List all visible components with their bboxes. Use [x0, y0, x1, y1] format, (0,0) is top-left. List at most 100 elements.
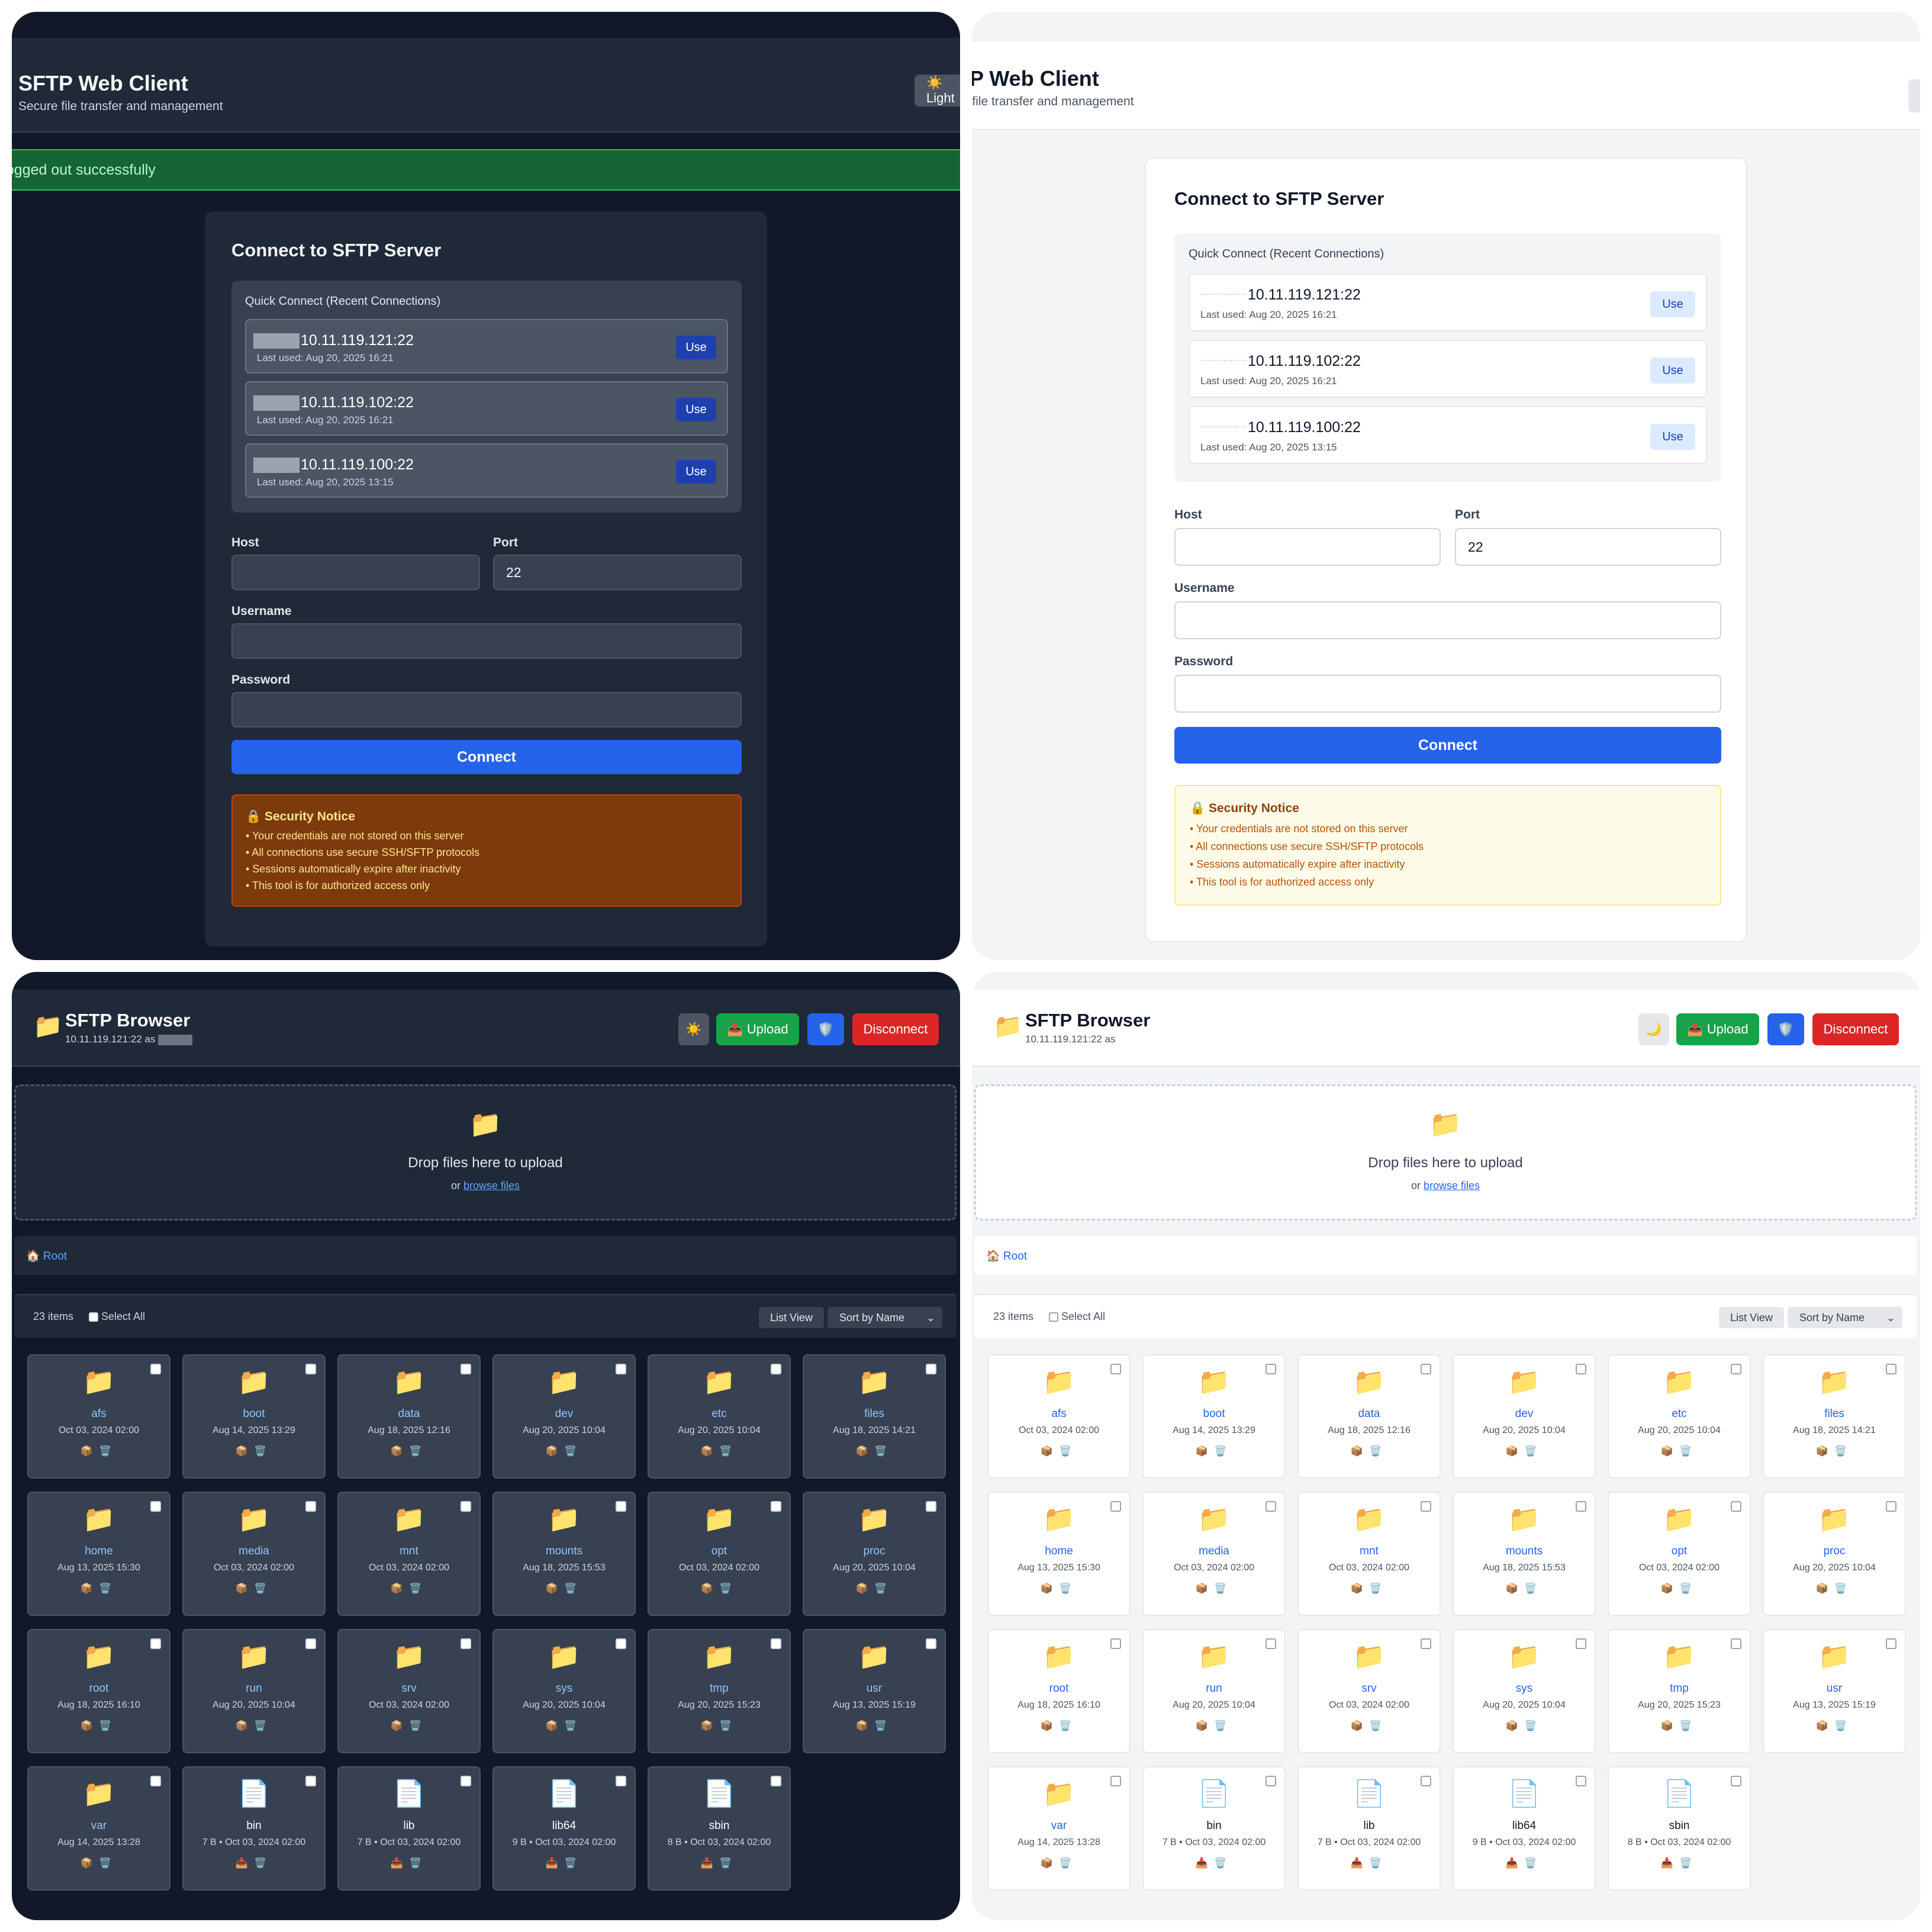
item-name[interactable]: mnt	[1299, 1545, 1440, 1558]
item-actions[interactable]: 📦🗑️	[183, 1445, 324, 1457]
item-name[interactable]: files	[804, 1408, 945, 1421]
select-all-checkbox[interactable]	[1049, 1312, 1058, 1322]
breadcrumb-root[interactable]: 🏠 Root	[26, 1249, 67, 1263]
item-name[interactable]: run	[1144, 1682, 1284, 1695]
item-checkbox[interactable]	[926, 1501, 936, 1512]
item-actions[interactable]: 📦🗑️	[28, 1720, 169, 1732]
item-checkbox[interactable]	[771, 1638, 781, 1649]
item-checkbox[interactable]	[926, 1364, 936, 1374]
item-name[interactable]: var	[988, 1820, 1129, 1833]
item-name[interactable]: lib64	[1454, 1820, 1595, 1833]
upload-button[interactable]: 📤 Upload	[716, 1013, 799, 1045]
folder-tile[interactable]: 📁 sys Aug 20, 2025 10:04 📦🗑️	[1453, 1629, 1596, 1753]
file-tile[interactable]: 📄 bin 7 B • Oct 03, 2024 02:00 📥🗑️	[1142, 1766, 1286, 1891]
item-actions[interactable]: 📦🗑️	[494, 1583, 635, 1595]
host-input[interactable]	[1174, 528, 1441, 566]
item-actions[interactable]: 📦🗑️	[28, 1583, 169, 1595]
folder-tile[interactable]: 📁 afs Oct 03, 2024 02:00 📦🗑️	[27, 1354, 170, 1479]
item-actions[interactable]: 📦🗑️	[1454, 1583, 1595, 1595]
item-name[interactable]: mounts	[494, 1545, 635, 1558]
item-name[interactable]: boot	[1144, 1408, 1284, 1421]
use-connection-button[interactable]: Use	[676, 460, 716, 484]
item-actions[interactable]: 📦🗑️	[804, 1583, 945, 1595]
item-actions[interactable]: 📦🗑️	[1299, 1720, 1440, 1732]
item-actions[interactable]: 📥🗑️	[649, 1857, 790, 1869]
item-checkbox[interactable]	[1731, 1364, 1741, 1374]
use-connection-button[interactable]: Use	[1650, 424, 1695, 450]
item-actions[interactable]: 📦🗑️	[339, 1583, 479, 1595]
browse-files-link[interactable]: browse files	[463, 1180, 520, 1192]
port-input[interactable]: 22	[493, 555, 742, 590]
item-name[interactable]: root	[28, 1682, 169, 1695]
sort-select[interactable]: Sort by Name ⌄	[827, 1307, 942, 1328]
item-checkbox[interactable]	[1110, 1638, 1121, 1649]
item-actions[interactable]: 📦🗑️	[494, 1720, 635, 1732]
item-actions[interactable]: 📦🗑️	[1609, 1583, 1750, 1595]
item-actions[interactable]: 📦🗑️	[28, 1857, 169, 1869]
item-name[interactable]: media	[1144, 1545, 1284, 1558]
item-actions[interactable]: 📦🗑️	[1144, 1720, 1284, 1732]
use-connection-button[interactable]: Use	[676, 336, 716, 359]
item-checkbox[interactable]	[1110, 1501, 1121, 1512]
file-tile[interactable]: 📄 lib 7 B • Oct 03, 2024 02:00 📥🗑️	[1297, 1766, 1441, 1891]
disconnect-button[interactable]: Disconnect	[1812, 1013, 1899, 1045]
item-name[interactable]: run	[183, 1682, 324, 1695]
item-actions[interactable]: 📦🗑️	[649, 1445, 790, 1457]
item-name[interactable]: opt	[1609, 1545, 1750, 1558]
folder-tile[interactable]: 📁 sys Aug 20, 2025 10:04 📦🗑️	[492, 1629, 636, 1753]
item-name[interactable]: lib64	[494, 1820, 635, 1833]
folder-tile[interactable]: 📁 home Aug 13, 2025 15:30 📦🗑️	[987, 1492, 1131, 1616]
disconnect-button[interactable]: Disconnect	[852, 1013, 939, 1045]
item-checkbox[interactable]	[305, 1501, 316, 1512]
folder-tile[interactable]: 📁 etc Aug 20, 2025 10:04 📦🗑️	[648, 1354, 791, 1479]
item-name[interactable]: boot	[183, 1408, 324, 1421]
folder-tile[interactable]: 📁 files Aug 18, 2025 14:21 📦🗑️	[803, 1354, 946, 1479]
item-checkbox[interactable]	[926, 1638, 936, 1649]
item-actions[interactable]: 📦🗑️	[28, 1445, 169, 1457]
folder-tile[interactable]: 📁 boot Aug 14, 2025 13:29 📦🗑️	[1142, 1354, 1286, 1479]
item-actions[interactable]: 📥🗑️	[494, 1857, 635, 1869]
folder-tile[interactable]: 📁 root Aug 18, 2025 16:10 📦🗑️	[27, 1629, 170, 1753]
file-tile[interactable]: 📄 lib 7 B • Oct 03, 2024 02:00 📥🗑️	[337, 1766, 481, 1891]
use-connection-button[interactable]: Use	[1650, 358, 1695, 384]
item-name[interactable]: afs	[988, 1408, 1129, 1421]
item-actions[interactable]: 📦🗑️	[1764, 1445, 1905, 1457]
item-checkbox[interactable]	[771, 1364, 781, 1374]
item-name[interactable]: srv	[339, 1682, 479, 1695]
item-checkbox[interactable]	[461, 1364, 471, 1374]
item-actions[interactable]: 📥🗑️	[1299, 1857, 1440, 1869]
item-name[interactable]: files	[1764, 1408, 1905, 1421]
folder-tile[interactable]: 📁 proc Aug 20, 2025 10:04 📦🗑️	[1763, 1492, 1906, 1616]
folder-tile[interactable]: 📁 tmp Aug 20, 2025 15:23 📦🗑️	[648, 1629, 791, 1753]
item-name[interactable]: data	[1299, 1408, 1440, 1421]
item-checkbox[interactable]	[1266, 1638, 1276, 1649]
item-actions[interactable]: 📦🗑️	[1609, 1445, 1750, 1457]
item-actions[interactable]: 📦🗑️	[804, 1445, 945, 1457]
item-actions[interactable]: 📥🗑️	[1454, 1857, 1595, 1869]
item-name[interactable]: bin	[1144, 1820, 1284, 1833]
shield-button[interactable]: 🛡️	[807, 1013, 844, 1045]
folder-tile[interactable]: 📁 srv Oct 03, 2024 02:00 📦🗑️	[1297, 1629, 1441, 1753]
item-checkbox[interactable]	[150, 1501, 161, 1512]
item-checkbox[interactable]	[1110, 1364, 1121, 1374]
recent-connection-1[interactable]: 10.11.119.121:22 Last used: Aug 20, 2025…	[1189, 273, 1707, 331]
item-actions[interactable]: 📦🗑️	[1299, 1445, 1440, 1457]
item-actions[interactable]: 📦🗑️	[339, 1445, 479, 1457]
item-actions[interactable]: 📦🗑️	[649, 1720, 790, 1732]
item-actions[interactable]: 📦🗑️	[988, 1720, 1129, 1732]
folder-tile[interactable]: 📁 opt Oct 03, 2024 02:00 📦🗑️	[648, 1492, 791, 1616]
item-name[interactable]: lib	[1299, 1820, 1440, 1833]
item-name[interactable]: media	[183, 1545, 324, 1558]
list-view-button[interactable]: List View	[1719, 1307, 1784, 1328]
item-checkbox[interactable]	[461, 1638, 471, 1649]
item-checkbox[interactable]	[1576, 1638, 1586, 1649]
folder-tile[interactable]: 📁 mounts Aug 18, 2025 15:53 📦🗑️	[492, 1492, 636, 1616]
use-connection-button[interactable]: Use	[676, 398, 716, 421]
item-name[interactable]: bin	[183, 1820, 324, 1833]
item-checkbox[interactable]	[1421, 1638, 1431, 1649]
item-name[interactable]: srv	[1299, 1682, 1440, 1695]
recent-connection-2[interactable]: 10.11.119.102:22 Last used: Aug 20, 2025…	[245, 381, 728, 436]
item-checkbox[interactable]	[771, 1776, 781, 1786]
folder-tile[interactable]: 📁 boot Aug 14, 2025 13:29 📦🗑️	[182, 1354, 326, 1479]
folder-tile[interactable]: 📁 root Aug 18, 2025 16:10 📦🗑️	[987, 1629, 1131, 1753]
